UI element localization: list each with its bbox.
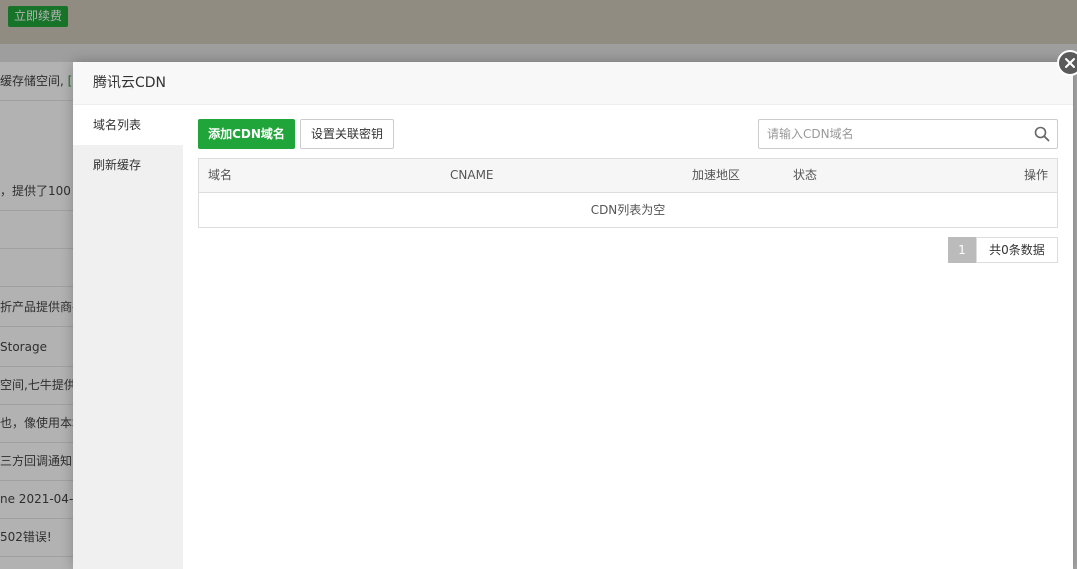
modal-sidebar: 域名列表 刷新缓存 — [73, 105, 183, 569]
page-total: 共0条数据 — [976, 237, 1058, 263]
modal-header: 腾讯云CDN — [73, 62, 1073, 105]
sidebar-item-refresh-cache[interactable]: 刷新缓存 — [73, 145, 183, 185]
search-box — [758, 119, 1058, 149]
column-status: 状态 — [793, 168, 818, 182]
page-number-button[interactable]: 1 — [948, 237, 976, 263]
close-modal-button[interactable] — [1057, 50, 1077, 76]
modal-title: 腾讯云CDN — [93, 75, 167, 91]
search-input[interactable] — [759, 120, 1027, 148]
table-empty-message: CDN列表为空 — [590, 203, 666, 217]
column-domain: 域名 — [208, 168, 233, 182]
add-cdn-domain-button[interactable]: 添加CDN域名 — [198, 119, 295, 149]
modal-body: 添加CDN域名 设置关联密钥 域名 CNAME 加速地区 状态 操作 CDN列表… — [198, 105, 1058, 569]
column-region: 加速地区 — [692, 168, 741, 182]
close-icon — [1065, 58, 1075, 68]
tencent-cdn-modal: 腾讯云CDN 域名列表 刷新缓存 添加CDN域名 设置关联密钥 域名 CNAME… — [73, 62, 1073, 569]
cdn-table: 域名 CNAME 加速地区 状态 操作 CDN列表为空 — [198, 158, 1058, 228]
column-cname: CNAME — [450, 168, 494, 182]
column-actions: 操作 — [1023, 168, 1048, 182]
table-header: 域名 CNAME 加速地区 状态 操作 — [199, 159, 1057, 193]
set-key-button[interactable]: 设置关联密钥 — [300, 119, 394, 149]
search-icon[interactable] — [1034, 126, 1050, 145]
sidebar-item-domain-list[interactable]: 域名列表 — [73, 105, 183, 145]
